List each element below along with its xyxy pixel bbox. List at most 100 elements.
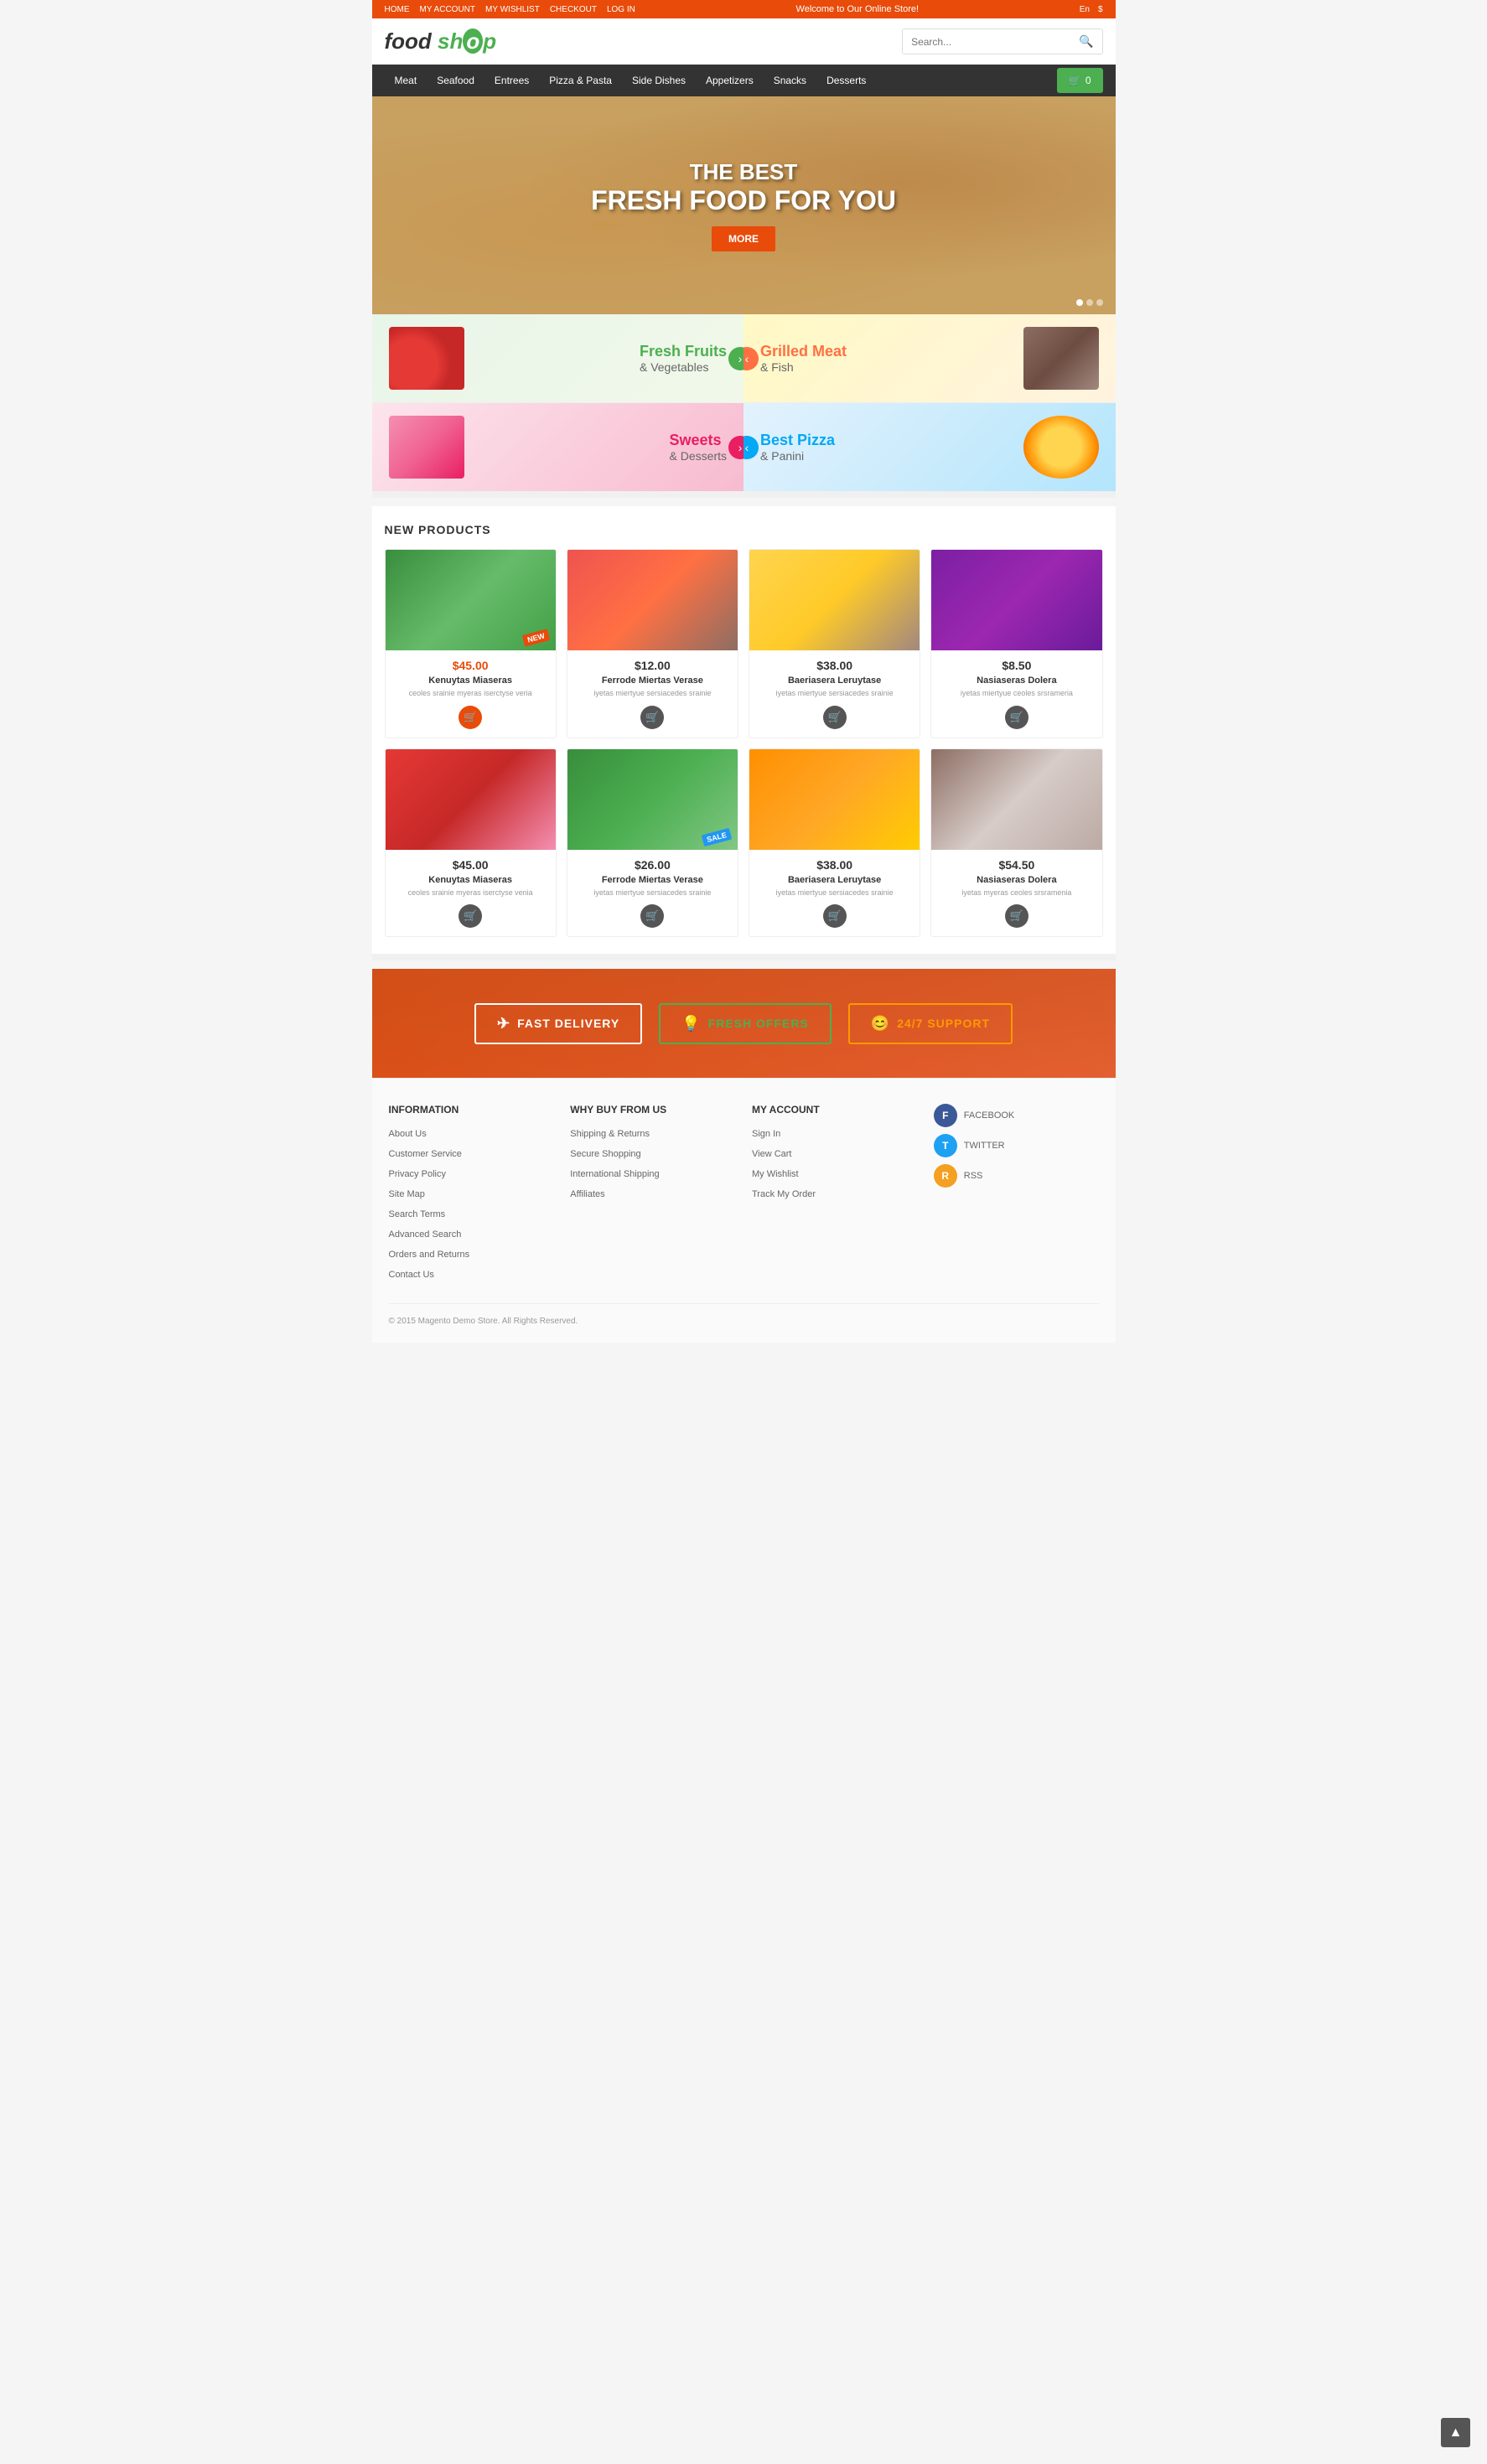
why-title: WHY BUY FROM US [570, 1104, 735, 1116]
hero-dots [1076, 299, 1103, 306]
why-link[interactable]: Shipping & Returns [570, 1129, 650, 1139]
info-link[interactable]: Privacy Policy [389, 1169, 446, 1179]
product-price-5: $26.00 [574, 858, 731, 872]
account-link[interactable]: Track My Order [752, 1189, 816, 1199]
product-card-3: $8.50 Nasiaseras Dolera iyetas miertyue … [930, 549, 1102, 738]
promo-pizza: ‹ Best Pizza & Panini [744, 403, 1116, 491]
product-desc-0: ceoles srainie myeras iserctyse veria [392, 688, 549, 699]
promo-sweets-arrow[interactable]: › [728, 436, 744, 459]
nav-snacks[interactable]: Snacks [764, 65, 816, 96]
account-link[interactable]: Sign In [752, 1129, 780, 1139]
product-info-4: $45.00 Kenuytas Miaseras ceoles srainie … [386, 850, 556, 937]
language-selector[interactable]: En [1080, 5, 1090, 14]
nav-account[interactable]: MY ACCOUNT [420, 5, 476, 14]
add-to-cart-0[interactable]: 🛒 [459, 706, 482, 729]
dot-1[interactable] [1076, 299, 1083, 306]
product-name-1: Ferrode Miertas Verase [574, 676, 731, 686]
logo-shop: shop [438, 28, 496, 54]
info-link[interactable]: Orders and Returns [389, 1250, 470, 1260]
nav-pizza[interactable]: Pizza & Pasta [539, 65, 622, 96]
add-to-cart-7[interactable]: 🛒 [1005, 904, 1028, 928]
promo-sweets-title: Sweets [670, 432, 727, 449]
product-img-bg-7 [931, 749, 1101, 850]
product-img-bg-6 [749, 749, 920, 850]
nav-home[interactable]: HOME [385, 5, 410, 14]
support-btn[interactable]: 😊 24/7 SUPPORT [848, 1003, 1013, 1044]
nav-seafood[interactable]: Seafood [427, 65, 484, 96]
promo-meat-title: Grilled Meat [760, 343, 847, 360]
product-info-7: $54.50 Nasiaseras Dolera iyetas myeras c… [931, 850, 1101, 937]
product-image-2 [749, 550, 920, 650]
why-link[interactable]: International Shipping [570, 1169, 659, 1179]
add-to-cart-4[interactable]: 🛒 [459, 904, 482, 928]
product-info-2: $38.00 Baeriasera Leruytase iyetas miert… [749, 650, 920, 738]
more-button[interactable]: MORE [712, 226, 775, 251]
promo-row-1: Fresh Fruits & Vegetables › ‹ Grilled Me… [372, 314, 1116, 402]
promo-meat-text: Grilled Meat & Fish [760, 343, 847, 374]
product-info-3: $8.50 Nasiaseras Dolera iyetas miertyue … [931, 650, 1101, 738]
promo-pizza-subtitle: & Panini [760, 449, 835, 463]
currency-selector[interactable]: $ [1098, 5, 1103, 14]
add-to-cart-2[interactable]: 🛒 [823, 706, 847, 729]
social-icon-0: F [934, 1104, 957, 1127]
nav-login[interactable]: LOG IN [607, 5, 635, 14]
product-name-4: Kenuytas Miaseras [392, 875, 549, 885]
search-button[interactable]: 🔍 [1070, 29, 1101, 54]
fast-delivery-btn[interactable]: ✈ FAST DELIVERY [474, 1003, 642, 1044]
info-link[interactable]: Site Map [389, 1189, 425, 1199]
promo-fruits-arrow[interactable]: › [728, 347, 744, 370]
nav-side-dishes[interactable]: Side Dishes [622, 65, 696, 96]
nav-desserts[interactable]: Desserts [816, 65, 876, 96]
add-to-cart-5[interactable]: 🛒 [640, 904, 664, 928]
info-link[interactable]: Contact Us [389, 1270, 434, 1280]
product-desc-4: ceoles srainie myeras iserctyse venia [392, 888, 549, 898]
top-nav: HOME MY ACCOUNT MY WISHLIST CHECKOUT LOG… [385, 5, 635, 14]
promo-meat-arrow-left[interactable]: ‹ [744, 347, 759, 370]
social-rss[interactable]: RRSS [934, 1164, 1099, 1188]
info-link[interactable]: Search Terms [389, 1209, 446, 1219]
product-name-6: Baeriasera Leruytase [756, 875, 913, 885]
product-price-2: $38.00 [756, 659, 913, 672]
social-twitter[interactable]: TTWITTER [934, 1134, 1099, 1157]
promo-pizza-arrow-left[interactable]: ‹ [744, 436, 759, 459]
nav-entrees[interactable]: Entrees [484, 65, 539, 96]
search-input[interactable] [903, 29, 1070, 54]
nav-appetizers[interactable]: Appetizers [696, 65, 764, 96]
add-to-cart-6[interactable]: 🛒 [823, 904, 847, 928]
info-link[interactable]: Customer Service [389, 1149, 462, 1159]
promo-sweets-subtitle: & Desserts [670, 449, 727, 463]
back-to-top[interactable]: ▲ [1441, 2418, 1470, 2447]
cart-button[interactable]: 🛒 0 [1057, 68, 1103, 93]
info-link[interactable]: About Us [389, 1129, 427, 1139]
fresh-offers-btn[interactable]: 💡 FRESH OFFERS [659, 1003, 832, 1044]
product-card-1: $12.00 Ferrode Miertas Verase iyetas mie… [567, 549, 738, 738]
top-bar: HOME MY ACCOUNT MY WISHLIST CHECKOUT LOG… [372, 0, 1116, 18]
social-facebook[interactable]: FFACEBOOK [934, 1104, 1099, 1127]
info-links: About Us Customer Service Privacy Policy Si… [389, 1126, 554, 1281]
product-img-bg-1 [567, 550, 738, 650]
dot-3[interactable] [1096, 299, 1103, 306]
nav-meat[interactable]: Meat [385, 65, 427, 96]
dot-2[interactable] [1086, 299, 1093, 306]
hero-banner: THE BEST FRESH FOOD FOR YOU MORE [372, 96, 1116, 314]
add-to-cart-3[interactable]: 🛒 [1005, 706, 1028, 729]
features-banner: ✈ FAST DELIVERY 💡 FRESH OFFERS 😊 24/7 SU… [372, 969, 1116, 1078]
promo-meat-subtitle: & Fish [760, 360, 847, 374]
promo-row-2: Sweets & Desserts › ‹ Best Pizza & Panin… [372, 402, 1116, 491]
site-header: food shop 🔍 [372, 18, 1116, 65]
why-link[interactable]: Secure Shopping [570, 1149, 640, 1159]
product-card-2: $38.00 Baeriasera Leruytase iyetas miert… [749, 549, 920, 738]
footer-account: MY ACCOUNT Sign InView CartMy WishlistTr… [752, 1104, 917, 1286]
promo-section: Fresh Fruits & Vegetables › ‹ Grilled Me… [372, 314, 1116, 491]
account-link[interactable]: View Cart [752, 1149, 791, 1159]
why-link[interactable]: Affiliates [570, 1189, 604, 1199]
delivery-icon: ✈ [497, 1015, 510, 1033]
nav-wishlist[interactable]: MY WISHLIST [485, 5, 540, 14]
promo-fruits: Fresh Fruits & Vegetables › [372, 314, 744, 402]
info-link[interactable]: Advanced Search [389, 1229, 462, 1240]
add-to-cart-1[interactable]: 🛒 [640, 706, 664, 729]
nav-checkout[interactable]: CHECKOUT [550, 5, 597, 14]
offers-icon: 💡 [681, 1015, 701, 1033]
promo-pizza-title: Best Pizza [760, 432, 835, 449]
account-link[interactable]: My Wishlist [752, 1169, 799, 1179]
